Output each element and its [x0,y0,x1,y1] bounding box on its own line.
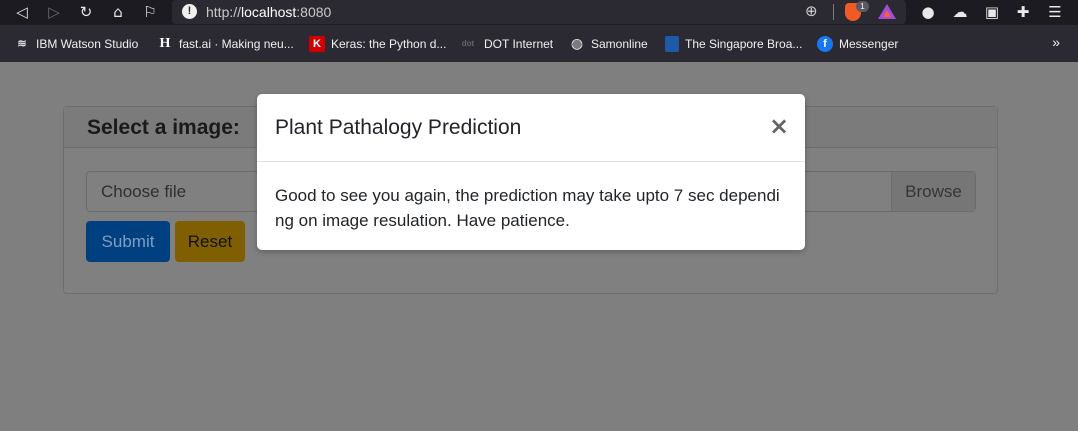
home-icon[interactable]: ⌂ [107,2,129,22]
modal-header: Plant Pathalogy Prediction × [257,94,805,162]
address-bar[interactable]: ! http://localhost:8080 ⊕ 1 [172,0,906,24]
bookmark-dot[interactable]: dot DOT Internet [458,35,553,53]
back-icon[interactable]: ◁ [11,2,33,22]
dot-icon: dot [458,36,478,52]
bookmark-label: DOT Internet [484,37,554,51]
url-scheme: http:// [206,4,242,20]
extensions-puzzle-icon[interactable]: ✚ [1013,2,1033,22]
bookmark-page-icon [665,36,679,52]
zoom-icon[interactable]: ⊕ [805,2,818,20]
close-icon[interactable]: × [769,112,789,140]
extension-window-icon[interactable]: ▣ [982,2,1002,22]
extension-cloud-icon[interactable]: ☁ [950,2,970,22]
forward-icon[interactable]: ▷ [43,2,65,22]
bookmark-label: The Singapore Broa... [685,37,803,51]
bookmark-fastai[interactable]: H fast.ai · Making neu... [157,35,294,53]
bookmark-label: Samonline [591,37,648,51]
bookmark-singapore[interactable]: The Singapore Broa... [665,35,802,53]
brave-rewards-icon[interactable] [878,4,896,19]
browse-button[interactable]: Browse [891,172,975,211]
github-icon[interactable]: ● [918,2,938,22]
url-divider [833,4,834,20]
facebook-icon: f [817,36,833,52]
card-title: Select a image: [87,116,240,139]
bookmark-label: Keras: the Python d... [331,37,447,51]
menu-icon[interactable]: ☰ [1045,2,1065,22]
browser-toolbar: ◁ ▷ ↻ ⌂ ⚐ ! http://localhost:8080 ⊕ 1 ● … [0,0,1078,25]
bookmarks-bar: ≋ IBM Watson Studio H fast.ai · Making n… [0,25,1078,62]
modal-body-text: Good to see you again, the prediction ma… [275,186,780,230]
fastai-icon: H [157,36,173,52]
brave-badge: 1 [856,1,869,12]
modal-title: Plant Pathalogy Prediction [275,116,522,139]
bookmark-label: fast.ai · Making neu... [179,37,294,51]
bookmark-messenger[interactable]: f Messenger [817,35,898,53]
reset-button[interactable]: Reset [175,221,245,262]
site-info-icon[interactable]: ! [182,4,197,19]
url-host: localhost [241,4,297,20]
file-input-label: Choose file [101,182,187,201]
url-text[interactable]: http://localhost:8080 [206,4,331,20]
keras-icon: K [309,36,325,52]
reload-icon[interactable]: ↻ [75,2,97,22]
bookmark-keras[interactable]: K Keras: the Python d... [309,35,446,53]
bookmark-ibm[interactable]: ≋ IBM Watson Studio [14,35,138,53]
bookmark-icon[interactable]: ⚐ [139,2,161,22]
submit-button[interactable]: Submit [86,221,170,262]
bookmark-label: Messenger [839,37,899,51]
ibm-icon: ≋ [14,36,30,52]
url-port: :8080 [296,4,332,20]
more-bookmarks-icon[interactable]: » [1052,34,1060,50]
bookmark-label: IBM Watson Studio [36,37,139,51]
globe-icon: ◍ [569,36,585,52]
bookmark-samonline[interactable]: ◍ Samonline [569,35,648,53]
prediction-modal: Plant Pathalogy Prediction × Good to see… [257,94,805,250]
